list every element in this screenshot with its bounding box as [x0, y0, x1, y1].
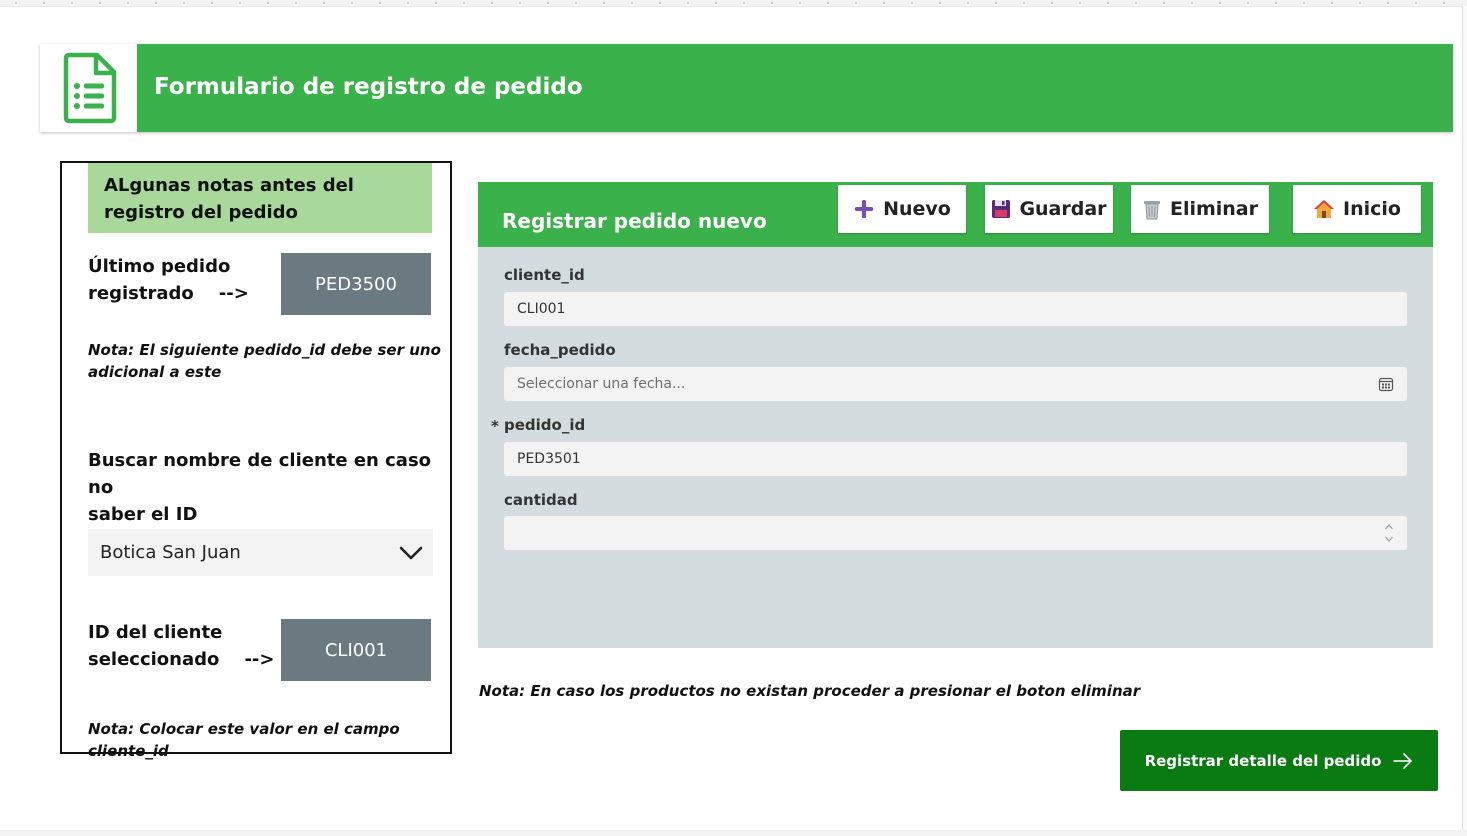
header-icon-box	[40, 44, 137, 132]
register-order-detail-button[interactable]: Registrar detalle del pedido	[1120, 730, 1438, 791]
chevron-down-icon	[399, 546, 423, 559]
house-icon	[1314, 200, 1335, 218]
trash-can-icon	[1143, 201, 1160, 220]
cliente-id-value: CLI001	[517, 301, 566, 317]
last-order-label: Último pedido registrado -->	[88, 253, 249, 307]
client-id-label-line1: ID del cliente	[88, 622, 223, 643]
save-button[interactable]: Guardar	[985, 185, 1113, 233]
arrow-right-icon	[1393, 752, 1413, 769]
fecha-pedido-input[interactable]: Seleccionar una fecha...	[504, 367, 1407, 401]
pedido-id-value: PED3501	[517, 451, 581, 467]
client-id-label: ID del cliente seleccionado -->	[88, 619, 274, 673]
cantidad-label: cantidad	[504, 491, 578, 509]
form-title: Registrar pedido nuevo	[502, 209, 767, 233]
search-label-line1: Buscar nombre de cliente en caso no	[88, 450, 432, 498]
document-list-icon	[63, 52, 116, 124]
notes-panel: ALgunas notas antes del registro del ped…	[60, 161, 452, 760]
note-line1: Nota: El siguiente pedido_id debe ser un…	[88, 341, 441, 359]
plus-icon	[855, 200, 874, 218]
fecha-pedido-label: fecha_pedido	[504, 341, 616, 359]
pedido-id-label: pedido_id	[504, 416, 586, 434]
save-button-label: Guardar	[1019, 198, 1107, 220]
last-order-label-line1: Último pedido	[88, 256, 231, 277]
home-button[interactable]: Inicio	[1293, 185, 1421, 233]
client-name-dropdown[interactable]: Botica San Juan	[88, 529, 433, 576]
new-button[interactable]: Nuevo	[838, 185, 966, 233]
form-header: Registrar pedido nuevo Nuevo Guardar Eli…	[478, 182, 1433, 247]
last-order-label-line2: registrado -->	[88, 283, 249, 304]
fecha-pedido-placeholder: Seleccionar una fecha...	[517, 376, 686, 392]
last-order-value: PED3500	[281, 253, 431, 315]
bottom-note: Nota: En caso los productos no existan p…	[479, 682, 1141, 700]
header-bar: Formulario de registro de pedido	[137, 44, 1453, 132]
note-line2: adicional a este	[88, 363, 222, 381]
search-label-line2: saber el ID	[88, 504, 198, 525]
order-form: Registrar pedido nuevo Nuevo Guardar Eli…	[478, 182, 1433, 648]
note-next-order-id: Nota: El siguiente pedido_id debe ser un…	[88, 339, 441, 383]
notes-title: ALgunas notas antes del registro del ped…	[88, 163, 432, 233]
cantidad-input[interactable]	[504, 516, 1407, 550]
floppy-disk-icon	[992, 200, 1011, 218]
calendar-icon[interactable]	[1378, 376, 1394, 392]
pedido-id-input[interactable]: PED3501	[504, 442, 1407, 476]
cliente-id-input[interactable]: CLI001	[504, 292, 1407, 326]
register-order-detail-label: Registrar detalle del pedido	[1144, 751, 1382, 770]
page-header: Formulario de registro de pedido	[40, 44, 1453, 132]
client-id-value: CLI001	[281, 619, 431, 681]
client-id-label-line2: seleccionado -->	[88, 649, 275, 670]
cliente-id-label: cliente_id	[504, 266, 585, 284]
note-client-id: Nota: Colocar este valor en el campo cli…	[88, 720, 400, 760]
home-button-label: Inicio	[1343, 198, 1401, 220]
vertical-scrollbar[interactable]	[1462, 6, 1467, 830]
delete-button[interactable]: Eliminar	[1131, 185, 1269, 233]
client-dropdown-value: Botica San Juan	[100, 542, 241, 563]
page-title: Formulario de registro de pedido	[154, 74, 583, 100]
number-spinner-icon[interactable]	[1384, 521, 1394, 545]
new-button-label: Nuevo	[883, 198, 951, 220]
search-client-label: Buscar nombre de cliente en caso no sabe…	[88, 447, 450, 528]
delete-button-label: Eliminar	[1169, 198, 1259, 220]
required-mark: *	[491, 417, 499, 435]
